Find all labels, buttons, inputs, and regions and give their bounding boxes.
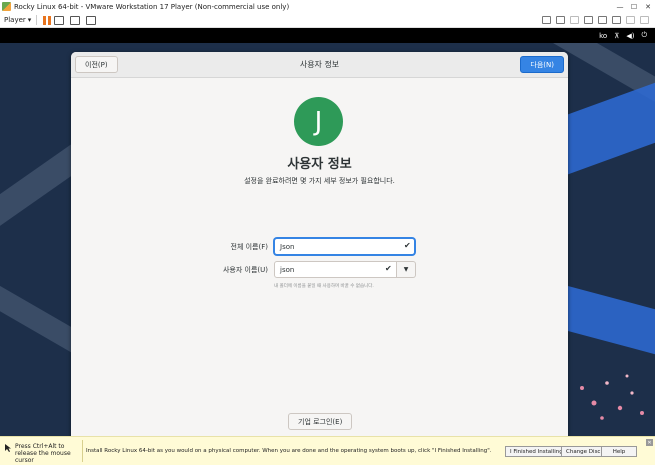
guest-screen[interactable]: ko ⊼ ◀) ⏻ 이전(P) 사용자 정보 다음(N) J 사용자 정보 설정… [0,28,655,436]
previous-button[interactable]: 이전(P) [75,56,118,73]
send-ctrl-alt-del-icon[interactable] [54,15,65,25]
window-title: Rocky Linux 64-bit - VMware Workstation … [14,2,290,11]
network-adapter-icon[interactable] [542,16,551,24]
fullscreen-icon[interactable] [70,15,81,25]
power-icon[interactable]: ⏻ [641,31,647,40]
full-name-field[interactable]: Json [274,238,415,255]
username-value: json [280,265,295,274]
close-icon[interactable]: ✕ [646,439,653,446]
username-hint: 내 폴더에 이름을 붙일 때 사용하며 바꿀 수 없습니다. [274,284,374,289]
finished-installing-button[interactable]: I Finished Installing [505,446,568,457]
vmware-title-bar: Rocky Linux 64-bit - VMware Workstation … [0,0,655,13]
cd-drive-icon[interactable] [570,16,579,24]
hint-divider [82,440,83,462]
username-dropdown-button[interactable]: ▼ [397,261,416,278]
unity-icon[interactable] [86,15,97,25]
network-icon[interactable]: ⊼ [614,32,619,40]
hard-disk-icon[interactable] [556,16,565,24]
minimize-icon[interactable]: — [613,0,627,13]
display-icon[interactable] [626,16,635,24]
checkmark-icon: ✔ [385,264,392,273]
next-button[interactable]: 다음(N) [520,56,564,73]
username-label: 사용자 이름(U) [222,266,268,274]
volume-icon[interactable]: ◀) [626,32,634,40]
printer-icon[interactable] [612,16,621,24]
full-name-label: 전체 이름(F) [230,243,268,251]
usb-icon[interactable] [584,16,593,24]
dialog-header: 이전(P) 사용자 정보 다음(N) [71,52,568,78]
chevron-down-icon: ▾ [27,16,32,24]
maximize-icon[interactable]: ☐ [627,0,641,13]
page-title: 사용자 정보 [287,157,352,172]
mouse-cursor-icon [5,444,11,452]
wallpaper-petals [580,374,644,420]
toolbar-divider [36,15,38,25]
release-cursor-text: Press Ctrl+Alt to release the mouse curs… [15,443,71,464]
install-instruction-text: Install Rocky Linux 64-bit as you would … [86,448,492,454]
close-icon[interactable]: ✕ [641,0,655,13]
vmware-app-icon [2,2,11,11]
checkmark-icon: ✔ [404,241,411,250]
chevron-down-icon: ▼ [403,266,409,273]
username-field[interactable]: json [274,261,397,278]
language-indicator[interactable]: ko [599,32,607,40]
sound-card-icon[interactable] [598,16,607,24]
wallpaper-blue-panel [568,285,655,356]
vmware-toolbar: Player ▾ [0,13,655,28]
full-name-value: Json [280,242,295,251]
player-menu-label: Player [4,16,26,24]
avatar[interactable]: J [294,97,343,146]
device-icons [542,16,649,24]
user-info-dialog: 이전(P) 사용자 정보 다음(N) J 사용자 정보 설정을 완료하려면 몇 … [71,52,568,436]
player-menu[interactable]: Player ▾ [4,16,31,24]
vmware-hint-bar: Press Ctrl+Alt to release the mouse curs… [0,436,655,465]
change-disc-button[interactable]: Change Disc [561,446,606,457]
message-log-icon[interactable] [640,16,649,24]
wallpaper-blue-panel [568,81,655,175]
dialog-title: 사용자 정보 [299,60,340,69]
enterprise-login-button[interactable]: 기업 로그인(E) [288,413,353,430]
page-subtitle: 설정을 완료하려면 몇 가지 세부 정보가 필요합니다. [244,177,395,185]
help-button[interactable]: Help [601,446,637,457]
gnome-top-bar: ko ⊼ ◀) ⏻ [0,28,655,43]
pause-icon[interactable] [42,15,51,25]
